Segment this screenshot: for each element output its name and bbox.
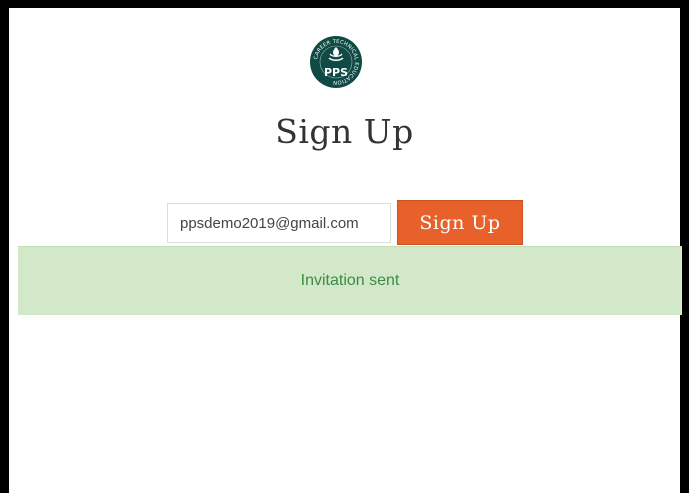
logo-mark-text: PPS	[324, 66, 348, 79]
sign-up-button[interactable]: Sign Up	[397, 200, 523, 245]
email-field[interactable]	[167, 203, 391, 243]
alert-message: Invitation sent	[300, 272, 400, 289]
page-title: Sign Up	[275, 112, 414, 151]
pps-cte-logo: CAREER TECHNICAL EDUCATION PPS	[310, 36, 362, 88]
success-alert: Invitation sent	[18, 246, 682, 315]
